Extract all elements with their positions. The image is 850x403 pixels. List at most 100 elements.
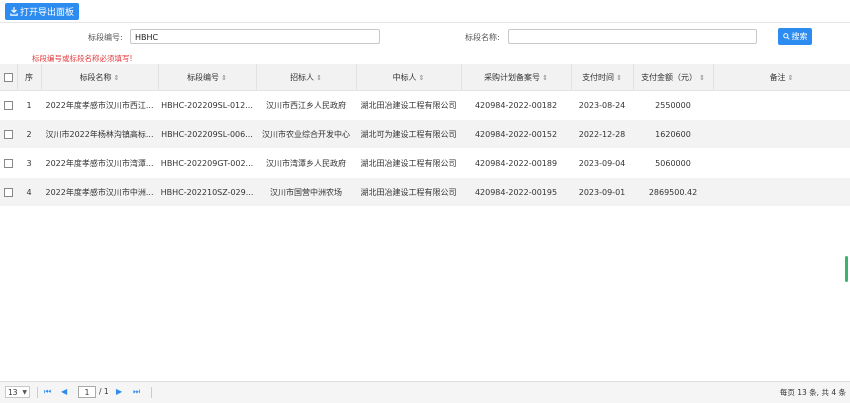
header-winner-label: 中标人 <box>392 72 417 82</box>
sort-icon[interactable]: ⇕ <box>616 74 622 82</box>
row-checkbox[interactable] <box>4 100 13 110</box>
search-button-label: 搜索 <box>791 32 808 41</box>
row-select-cell[interactable] <box>0 90 17 120</box>
page-size-select[interactable]: 13 ▼ <box>5 386 30 398</box>
cell-plan: 420984-2022-00152 <box>461 119 571 149</box>
toolbar-divider <box>0 22 850 23</box>
cell-name: 2022年度孝感市汉川市湾潭... <box>41 148 158 178</box>
row-select-cell[interactable] <box>0 177 17 207</box>
header-amount-label: 支付金额（元） <box>641 72 698 82</box>
cell-winner: 湖北田冶建设工程有限公司 <box>356 148 461 178</box>
cell-tenderer: 汉川市农业综合开发中心 <box>256 119 356 149</box>
sort-icon[interactable]: ⇕ <box>788 74 794 82</box>
header-tenderer[interactable]: 招标人 ⇕ <box>256 64 357 91</box>
cell-amount: 1620600 <box>633 119 713 149</box>
table-row[interactable]: 4 2022年度孝感市汉川市中洲... HBHC-202210SZ-029...… <box>0 177 850 207</box>
toolbar: 打开导出面板 <box>0 0 850 22</box>
cell-code: HBHC-202210SZ-029... <box>158 177 256 207</box>
cell-plan: 420984-2022-00182 <box>461 90 571 120</box>
prev-page-icon[interactable]: ◀ <box>61 387 67 396</box>
pagination-bar: 13 ▼ ⏮ ◀ 1 / 1 ▶ ⏭ 每页 13 条, 共 4 条 <box>0 381 850 403</box>
cell-seq: 4 <box>17 177 41 207</box>
next-page-icon[interactable]: ▶ <box>116 387 122 396</box>
table-row[interactable]: 2 汉川市2022年杨林沟镇高标... HBHC-202209SL-006...… <box>0 119 850 149</box>
current-page-input[interactable]: 1 <box>78 386 96 398</box>
header-plan[interactable]: 采购计划备案号 ⇕ <box>461 64 572 91</box>
sort-icon[interactable]: ⇕ <box>699 74 705 82</box>
cell-winner: 湖北田冶建设工程有限公司 <box>356 90 461 120</box>
sort-icon[interactable]: ⇕ <box>221 74 227 82</box>
cell-code: HBHC-202209SL-012... <box>158 90 256 120</box>
cell-winner: 湖北可为建设工程有限公司 <box>356 119 461 149</box>
cell-code: HBHC-202209SL-006... <box>158 119 256 149</box>
header-amount[interactable]: 支付金额（元） ⇕ <box>633 64 714 91</box>
cell-name: 汉川市2022年杨林沟镇高标... <box>41 119 158 149</box>
scrollbar-thumb[interactable] <box>845 256 848 282</box>
sort-icon[interactable]: ⇕ <box>542 74 548 82</box>
cell-paytime: 2023-08-24 <box>571 90 633 120</box>
header-remark[interactable]: 备注 ⇕ <box>713 64 850 91</box>
table-row[interactable]: 1 2022年度孝感市汉川市西江... HBHC-202209SL-012...… <box>0 90 850 120</box>
header-paytime[interactable]: 支付时间 ⇕ <box>571 64 634 91</box>
row-checkbox[interactable] <box>4 187 13 197</box>
search-button[interactable]: 搜索 <box>778 28 812 45</box>
header-seq-label: 序 <box>25 72 33 82</box>
cell-tenderer: 汉川市国营中洲农场 <box>256 177 356 207</box>
cell-tenderer: 汉川市西江乡人民政府 <box>256 90 356 120</box>
cell-winner: 湖北田冶建设工程有限公司 <box>356 177 461 207</box>
header-name[interactable]: 标段名称 ⇕ <box>41 64 159 91</box>
page-info: 每页 13 条, 共 4 条 <box>779 388 846 397</box>
header-paytime-label: 支付时间 <box>582 72 615 82</box>
name-label: 标段名称: <box>465 33 500 42</box>
open-export-panel-button[interactable]: 打开导出面板 <box>5 3 80 20</box>
divider <box>151 387 152 398</box>
row-select-cell[interactable] <box>0 119 17 149</box>
cell-tenderer: 汉川市湾潭乡人民政府 <box>256 148 356 178</box>
total-pages: / 1 <box>99 387 109 396</box>
sort-icon[interactable]: ⇕ <box>114 74 120 82</box>
row-checkbox[interactable] <box>4 158 13 168</box>
cell-remark <box>713 148 850 178</box>
cell-paytime: 2023-09-01 <box>571 177 633 207</box>
select-all-checkbox[interactable] <box>3 72 13 82</box>
cell-remark <box>713 90 850 120</box>
header-name-label: 标段名称 <box>79 72 112 82</box>
row-checkbox[interactable] <box>4 129 13 139</box>
header-seq: 序 <box>17 64 42 91</box>
search-icon <box>782 33 790 40</box>
sort-icon[interactable]: ⇕ <box>419 74 425 82</box>
header-code-label: 标段编号 <box>187 72 220 82</box>
name-input[interactable] <box>508 29 757 44</box>
download-icon <box>10 7 18 16</box>
cell-seq: 1 <box>17 90 41 120</box>
cell-amount: 5060000 <box>633 148 713 178</box>
first-page-icon[interactable]: ⏮ <box>44 387 51 397</box>
sort-icon[interactable]: ⇕ <box>316 74 322 82</box>
cell-remark <box>713 177 850 207</box>
required-warning: 标段编号或标段名称必须填写! <box>32 54 133 63</box>
header-plan-label: 采购计划备案号 <box>484 72 541 82</box>
cell-name: 2022年度孝感市汉川市西江... <box>41 90 158 120</box>
divider <box>37 387 38 398</box>
header-winner[interactable]: 中标人 ⇕ <box>356 64 462 91</box>
results-table: 序 标段名称 ⇕ 标段编号 ⇕ 招标人 ⇕ 中标人 ⇕ 采购计划备案号 ⇕ 支付时间 ⇕ 支… <box>0 64 850 207</box>
header-tenderer-label: 招标人 <box>290 72 315 82</box>
cell-seq: 3 <box>17 148 41 178</box>
cell-paytime: 2022-12-28 <box>571 119 633 149</box>
cell-amount: 2550000 <box>633 90 713 120</box>
page-size-value: 13 <box>8 388 18 397</box>
code-input[interactable]: HBHC <box>130 29 380 44</box>
select-all-cell[interactable] <box>0 64 18 91</box>
last-page-icon[interactable]: ⏭ <box>133 387 140 397</box>
cell-amount: 2869500.42 <box>633 177 713 207</box>
row-select-cell[interactable] <box>0 148 17 178</box>
cell-paytime: 2023-09-04 <box>571 148 633 178</box>
cell-plan: 420984-2022-00195 <box>461 177 571 207</box>
chevron-down-icon: ▼ <box>22 389 27 396</box>
code-label: 标段编号: <box>88 33 123 42</box>
export-button-label: 打开导出面板 <box>20 8 75 18</box>
header-code[interactable]: 标段编号 ⇕ <box>158 64 257 91</box>
cell-remark <box>713 119 850 149</box>
cell-seq: 2 <box>17 119 41 149</box>
table-row[interactable]: 3 2022年度孝感市汉川市湾潭... HBHC-202209GT-002...… <box>0 148 850 178</box>
